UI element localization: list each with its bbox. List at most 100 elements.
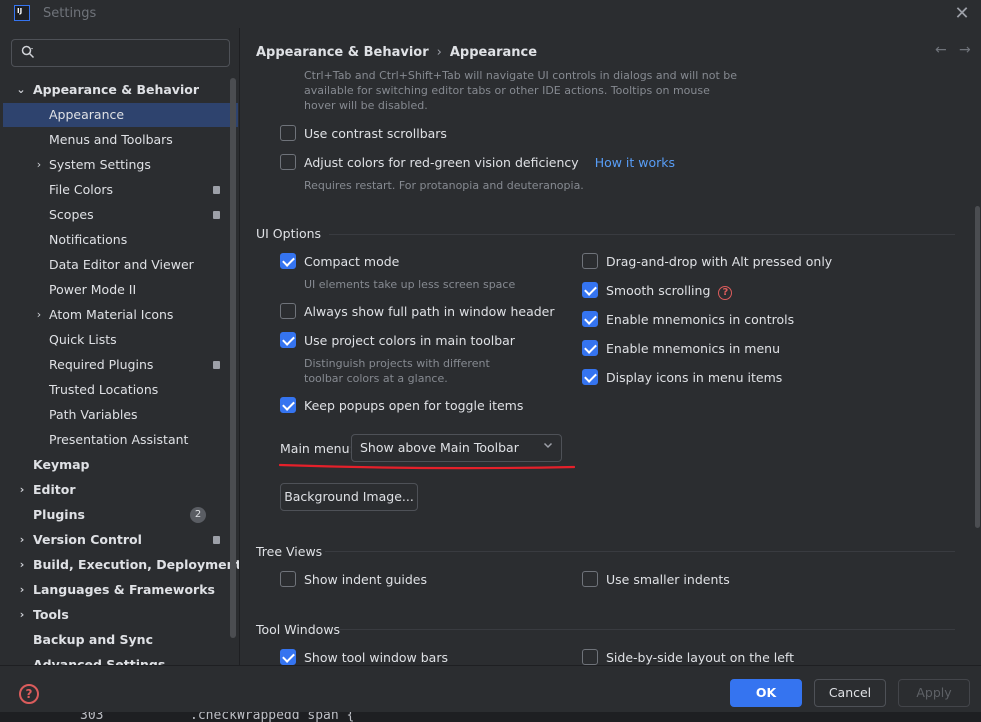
apply-button[interactable]: Apply xyxy=(898,679,970,707)
chevron-down-icon xyxy=(543,442,553,449)
sidebar-item-label: Power Mode II xyxy=(49,282,137,297)
checkbox-label: Show indent guides xyxy=(304,572,427,587)
window-title: Settings xyxy=(43,6,97,21)
chevron-right-icon[interactable]: › xyxy=(33,153,45,177)
sidebar-item-scopes[interactable]: Scopes xyxy=(3,203,238,227)
sidebar-item-languages[interactable]: › Languages & Frameworks xyxy=(3,578,238,602)
dropdown-value: Show above Main Toolbar xyxy=(360,440,519,455)
chevron-right-icon[interactable]: › xyxy=(16,528,28,552)
project-level-icon xyxy=(213,361,220,369)
top-hint-text: Ctrl+Tab and Ctrl+Shift+Tab will navigat… xyxy=(304,69,738,112)
checkbox-label: Show tool window bars xyxy=(304,650,448,665)
checkbox-box[interactable] xyxy=(280,332,296,348)
sidebar-item-menus-toolbars[interactable]: Menus and Toolbars xyxy=(3,128,238,152)
main-menu-dropdown[interactable]: Show above Main Toolbar xyxy=(351,434,562,462)
checkbox-label: Adjust colors for red-green vision defic… xyxy=(304,155,579,170)
help-button[interactable]: ? xyxy=(19,684,39,704)
project-level-icon xyxy=(213,186,220,194)
chevron-down-icon[interactable]: ⌄ xyxy=(15,78,27,102)
sidebar-item-data-editor[interactable]: Data Editor and Viewer xyxy=(3,253,238,277)
close-icon[interactable]: ✕ xyxy=(951,3,973,25)
sidebar-item-path-variables[interactable]: Path Variables xyxy=(3,403,238,427)
breadcrumb-parent[interactable]: Appearance & Behavior xyxy=(256,45,429,60)
sidebar-item-power-mode[interactable]: Power Mode II xyxy=(3,278,238,302)
sidebar-item-advanced-settings[interactable]: Advanced Settings xyxy=(3,653,238,665)
sidebar-item-trusted-locations[interactable]: Trusted Locations xyxy=(3,378,238,402)
search-icon xyxy=(21,45,35,59)
project-level-icon xyxy=(213,211,220,219)
section-divider xyxy=(325,551,955,552)
sidebar-item-notifications[interactable]: Notifications xyxy=(3,228,238,252)
sidebar-item-presentation-assistant[interactable]: Presentation Assistant xyxy=(3,428,238,452)
cancel-button[interactable]: Cancel xyxy=(814,679,886,707)
checkbox-box[interactable] xyxy=(582,282,598,298)
chevron-right-icon[interactable]: › xyxy=(16,553,28,577)
checkbox-box[interactable] xyxy=(280,571,296,587)
background-editor-strip: 303 .checkWrappedd span { xyxy=(0,712,981,722)
checkbox-box[interactable] xyxy=(582,340,598,356)
help-icon[interactable]: ? xyxy=(718,286,733,300)
sidebar-item-label: Scopes xyxy=(49,207,94,222)
sidebar-item-keymap[interactable]: Keymap xyxy=(3,453,238,477)
checkbox-label: Compact mode xyxy=(304,254,400,269)
sidebar-item-tools[interactable]: › Tools xyxy=(3,603,238,627)
sidebar-item-backup-sync[interactable]: Backup and Sync xyxy=(3,628,238,652)
breadcrumb-current: Appearance xyxy=(449,45,538,60)
checkbox-box[interactable] xyxy=(280,253,296,269)
back-arrow-icon[interactable]: ← xyxy=(935,42,947,58)
forward-arrow-icon[interactable]: → xyxy=(959,42,971,58)
sidebar-item-label: Backup and Sync xyxy=(33,632,153,647)
sidebar-item-version-control[interactable]: › Version Control xyxy=(3,528,238,552)
section-divider xyxy=(329,234,955,235)
checkbox-box[interactable] xyxy=(280,154,296,170)
chevron-right-icon[interactable]: › xyxy=(16,578,28,602)
sidebar-item-atom-icons[interactable]: › Atom Material Icons xyxy=(3,303,238,327)
title-bar: IJ Settings ✕ xyxy=(0,0,981,28)
chevron-right-icon: › xyxy=(436,45,442,60)
checkbox-box[interactable] xyxy=(582,311,598,327)
checkbox-label: Drag-and-drop with Alt pressed only xyxy=(606,254,833,269)
sidebar-item-label: Menus and Toolbars xyxy=(49,132,173,147)
checkbox-box[interactable] xyxy=(582,571,598,587)
sidebar-item-label: File Colors xyxy=(49,182,114,197)
ok-button[interactable]: OK xyxy=(730,679,802,707)
search-field[interactable] xyxy=(11,39,230,67)
checkbox-box[interactable] xyxy=(582,369,598,385)
background-image-button[interactable]: Background Image... xyxy=(280,483,418,511)
checkbox-label: Use project colors in main toolbar xyxy=(304,333,515,348)
sidebar-item-label: Presentation Assistant xyxy=(49,432,189,447)
checkbox-box[interactable] xyxy=(280,303,296,319)
sidebar-item-label: Plugins xyxy=(33,507,85,522)
sidebar-item-label: Appearance & Behavior xyxy=(33,82,199,97)
sidebar-item-editor[interactable]: › Editor xyxy=(3,478,238,502)
sidebar-item-plugins[interactable]: Plugins 2 xyxy=(3,503,238,527)
checkbox-box[interactable] xyxy=(582,253,598,269)
checkbox-box[interactable] xyxy=(582,649,598,665)
compact-mode-hint: UI elements take up less screen space xyxy=(304,278,516,291)
sidebar-item-system-settings[interactable]: › System Settings xyxy=(3,153,238,177)
chevron-right-icon[interactable]: › xyxy=(16,478,28,502)
content-scrollbar[interactable] xyxy=(975,206,980,528)
checkbox-box[interactable] xyxy=(280,397,296,413)
checkbox-label: Side-by-side layout on the left xyxy=(606,650,795,665)
checkbox-box[interactable] xyxy=(280,125,296,141)
sidebar-item-appearance[interactable]: Appearance xyxy=(3,103,238,127)
sidebar-item-appearance-behavior[interactable]: ⌄ Appearance & Behavior xyxy=(3,78,238,102)
sidebar-item-label: Data Editor and Viewer xyxy=(49,257,194,272)
background-code-text: .checkWrappedd span { xyxy=(190,712,355,722)
sidebar-item-label: Tools xyxy=(33,607,69,622)
checkbox-box[interactable] xyxy=(280,649,296,665)
sidebar-scrollbar[interactable] xyxy=(230,78,236,638)
breadcrumb: Appearance & Behavior › Appearance xyxy=(256,45,537,60)
sidebar-item-label: Appearance xyxy=(49,107,125,122)
sidebar-item-quick-lists[interactable]: Quick Lists xyxy=(3,328,238,352)
chevron-right-icon[interactable]: › xyxy=(33,303,45,327)
how-it-works-link[interactable]: How it works xyxy=(595,155,675,170)
sidebar-item-label: Keymap xyxy=(33,457,90,472)
search-input[interactable] xyxy=(42,43,222,63)
sidebar-item-file-colors[interactable]: File Colors xyxy=(3,178,238,202)
sidebar-item-label: Quick Lists xyxy=(49,332,117,347)
sidebar-item-build-execution[interactable]: › Build, Execution, Deployment xyxy=(3,553,239,577)
sidebar-item-required-plugins[interactable]: Required Plugins xyxy=(3,353,238,377)
chevron-right-icon[interactable]: › xyxy=(16,603,28,627)
